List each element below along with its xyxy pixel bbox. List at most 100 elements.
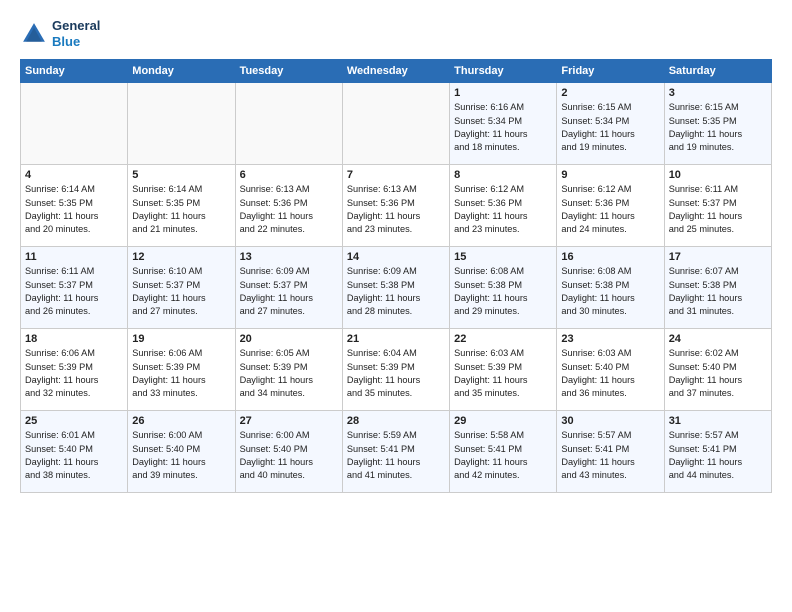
day-cell: 2Sunrise: 6:15 AM Sunset: 5:34 PM Daylig…: [557, 83, 664, 165]
day-info: Sunrise: 6:10 AM Sunset: 5:37 PM Dayligh…: [132, 265, 230, 318]
calendar-table: SundayMondayTuesdayWednesdayThursdayFrid…: [20, 59, 772, 493]
day-cell: 6Sunrise: 6:13 AM Sunset: 5:36 PM Daylig…: [235, 165, 342, 247]
day-number: 11: [25, 251, 123, 263]
day-cell: 25 Sunrise: 6:01 AM Sunset: 5:40 PM Dayli…: [21, 411, 128, 493]
logo-text: General Blue: [52, 18, 100, 49]
day-info: Sunrise: 6:15 AM Sunset: 5:35 PM Dayligh…: [669, 101, 767, 154]
day-info: Sunrise: 6:08 AM Sunset: 5:38 PM Dayligh…: [561, 265, 659, 318]
day-number: 19: [132, 333, 230, 345]
day-cell: 1Sunrise: 6:16 AM Sunset: 5:34 PM Daylig…: [450, 83, 557, 165]
day-number: 27: [240, 415, 338, 427]
page: General Blue SundayMondayTuesdayWednesda…: [0, 0, 792, 612]
day-number: 7: [347, 169, 445, 181]
week-row-2: 4 Sunrise: 6:14 AM Sunset: 5:35 PM Daylig…: [21, 165, 772, 247]
day-info: Sunrise: 6:06 AM Sunset: 5:39 PM Dayligh…: [25, 347, 123, 400]
day-number: 18: [25, 333, 123, 345]
day-cell: 13 Sunrise: 6:09 AM Sunset: 5:37 PM Dayli…: [235, 247, 342, 329]
day-cell: [235, 83, 342, 165]
day-info: Sunrise: 6:04 AM Sunset: 5:39 PM Dayligh…: [347, 347, 445, 400]
day-info: Sunrise: 6:12 AM Sunset: 5:36 PM Dayligh…: [454, 183, 552, 236]
day-info: Sunrise: 6:12 AM Sunset: 5:36 PM Dayligh…: [561, 183, 659, 236]
day-number: 30: [561, 415, 659, 427]
day-number: 5: [132, 169, 230, 181]
day-cell: 14 Sunrise: 6:09 AM Sunset: 5:38 PM Dayli…: [342, 247, 449, 329]
day-info: Sunrise: 5:58 AM Sunset: 5:41 PM Dayligh…: [454, 429, 552, 482]
day-number: 28: [347, 415, 445, 427]
day-number: 14: [347, 251, 445, 263]
day-cell: 20 Sunrise: 6:05 AM Sunset: 5:39 PM Dayli…: [235, 329, 342, 411]
weekday-header-tuesday: Tuesday: [235, 60, 342, 83]
day-cell: 5 Sunrise: 6:14 AM Sunset: 5:35 PM Daylig…: [128, 165, 235, 247]
day-info: Sunrise: 6:11 AM Sunset: 5:37 PM Dayligh…: [669, 183, 767, 236]
day-cell: 18 Sunrise: 6:06 AM Sunset: 5:39 PM Dayli…: [21, 329, 128, 411]
day-number: 24: [669, 333, 767, 345]
day-cell: 10Sunrise: 6:11 AM Sunset: 5:37 PM Dayli…: [664, 165, 771, 247]
day-cell: 26 Sunrise: 6:00 AM Sunset: 5:40 PM Dayli…: [128, 411, 235, 493]
day-info: Sunrise: 6:07 AM Sunset: 5:38 PM Dayligh…: [669, 265, 767, 318]
day-cell: 8 Sunrise: 6:12 AM Sunset: 5:36 PM Daylig…: [450, 165, 557, 247]
day-info: Sunrise: 6:09 AM Sunset: 5:37 PM Dayligh…: [240, 265, 338, 318]
day-cell: [21, 83, 128, 165]
day-info: Sunrise: 6:16 AM Sunset: 5:34 PM Dayligh…: [454, 101, 552, 154]
header: General Blue: [20, 18, 772, 49]
day-number: 26: [132, 415, 230, 427]
day-number: 29: [454, 415, 552, 427]
weekday-header-wednesday: Wednesday: [342, 60, 449, 83]
day-cell: 29 Sunrise: 5:58 AM Sunset: 5:41 PM Dayli…: [450, 411, 557, 493]
weekday-header-saturday: Saturday: [664, 60, 771, 83]
weekday-header-monday: Monday: [128, 60, 235, 83]
day-info: Sunrise: 6:14 AM Sunset: 5:35 PM Dayligh…: [25, 183, 123, 236]
day-cell: 15 Sunrise: 6:08 AM Sunset: 5:38 PM Dayli…: [450, 247, 557, 329]
weekday-header-thursday: Thursday: [450, 60, 557, 83]
day-info: Sunrise: 5:59 AM Sunset: 5:41 PM Dayligh…: [347, 429, 445, 482]
week-row-1: 1Sunrise: 6:16 AM Sunset: 5:34 PM Daylig…: [21, 83, 772, 165]
day-info: Sunrise: 6:09 AM Sunset: 5:38 PM Dayligh…: [347, 265, 445, 318]
day-number: 20: [240, 333, 338, 345]
day-cell: [342, 83, 449, 165]
day-cell: 9 Sunrise: 6:12 AM Sunset: 5:36 PM Daylig…: [557, 165, 664, 247]
day-number: 9: [561, 169, 659, 181]
day-info: Sunrise: 6:11 AM Sunset: 5:37 PM Dayligh…: [25, 265, 123, 318]
day-info: Sunrise: 6:13 AM Sunset: 5:36 PM Dayligh…: [347, 183, 445, 236]
day-info: Sunrise: 6:00 AM Sunset: 5:40 PM Dayligh…: [240, 429, 338, 482]
weekday-header-friday: Friday: [557, 60, 664, 83]
day-info: Sunrise: 5:57 AM Sunset: 5:41 PM Dayligh…: [561, 429, 659, 482]
day-number: 23: [561, 333, 659, 345]
day-cell: 3 Sunrise: 6:15 AM Sunset: 5:35 PM Daylig…: [664, 83, 771, 165]
day-cell: 12Sunrise: 6:10 AM Sunset: 5:37 PM Dayli…: [128, 247, 235, 329]
day-number: 4: [25, 169, 123, 181]
day-cell: 30 Sunrise: 5:57 AM Sunset: 5:41 PM Dayli…: [557, 411, 664, 493]
day-info: Sunrise: 6:14 AM Sunset: 5:35 PM Dayligh…: [132, 183, 230, 236]
day-cell: 24 Sunrise: 6:02 AM Sunset: 5:40 PM Dayli…: [664, 329, 771, 411]
day-info: Sunrise: 6:00 AM Sunset: 5:40 PM Dayligh…: [132, 429, 230, 482]
day-info: Sunrise: 6:06 AM Sunset: 5:39 PM Dayligh…: [132, 347, 230, 400]
day-info: Sunrise: 6:02 AM Sunset: 5:40 PM Dayligh…: [669, 347, 767, 400]
day-number: 8: [454, 169, 552, 181]
day-number: 3: [669, 87, 767, 99]
day-number: 25: [25, 415, 123, 427]
day-cell: 16 Sunrise: 6:08 AM Sunset: 5:38 PM Dayli…: [557, 247, 664, 329]
weekday-header-sunday: Sunday: [21, 60, 128, 83]
day-info: Sunrise: 6:13 AM Sunset: 5:36 PM Dayligh…: [240, 183, 338, 236]
day-cell: 22Sunrise: 6:03 AM Sunset: 5:39 PM Dayli…: [450, 329, 557, 411]
day-cell: 23Sunrise: 6:03 AM Sunset: 5:40 PM Dayli…: [557, 329, 664, 411]
day-cell: 31 Sunrise: 5:57 AM Sunset: 5:41 PM Dayli…: [664, 411, 771, 493]
day-number: 31: [669, 415, 767, 427]
week-row-5: 25 Sunrise: 6:01 AM Sunset: 5:40 PM Dayli…: [21, 411, 772, 493]
day-info: Sunrise: 6:08 AM Sunset: 5:38 PM Dayligh…: [454, 265, 552, 318]
day-number: 15: [454, 251, 552, 263]
day-cell: [128, 83, 235, 165]
day-info: Sunrise: 6:01 AM Sunset: 5:40 PM Dayligh…: [25, 429, 123, 482]
day-number: 17: [669, 251, 767, 263]
day-info: Sunrise: 5:57 AM Sunset: 5:41 PM Dayligh…: [669, 429, 767, 482]
day-info: Sunrise: 6:03 AM Sunset: 5:39 PM Dayligh…: [454, 347, 552, 400]
logo: General Blue: [20, 18, 100, 49]
day-number: 16: [561, 251, 659, 263]
day-cell: 11 Sunrise: 6:11 AM Sunset: 5:37 PM Dayli…: [21, 247, 128, 329]
day-cell: 19 Sunrise: 6:06 AM Sunset: 5:39 PM Dayli…: [128, 329, 235, 411]
week-row-3: 11 Sunrise: 6:11 AM Sunset: 5:37 PM Dayli…: [21, 247, 772, 329]
weekday-header-row: SundayMondayTuesdayWednesdayThursdayFrid…: [21, 60, 772, 83]
day-number: 13: [240, 251, 338, 263]
day-info: Sunrise: 6:05 AM Sunset: 5:39 PM Dayligh…: [240, 347, 338, 400]
logo-icon: [20, 20, 48, 48]
